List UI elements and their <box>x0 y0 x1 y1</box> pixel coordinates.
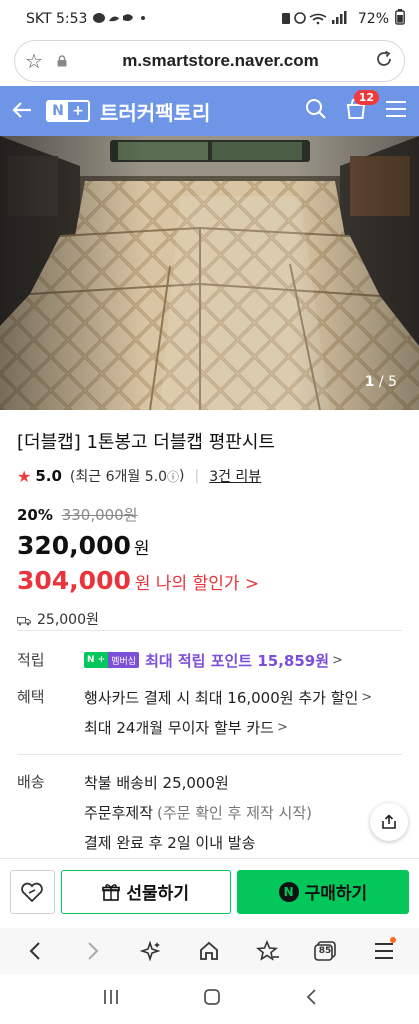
review-count-link[interactable]: 3건 리뷰 <box>209 466 261 486</box>
status-bar: SKT 5:53 72% <box>0 0 419 38</box>
bookmarks-star-icon[interactable] <box>248 931 288 971</box>
benefits-label: 혜택 <box>17 688 45 706</box>
product-info: [더블캡] 1톤봉고 더블캡 평판시트 ★ 5.0 (최근 6개월 5.0 ⓘ … <box>0 410 419 629</box>
battery-percent: 72% <box>357 11 389 27</box>
back-arrow-icon[interactable] <box>12 97 44 125</box>
installment-text: 최대 24개월 무이자 할부 카드 <box>84 718 274 737</box>
heart-icon <box>21 882 44 902</box>
discount-percent: 20% <box>17 506 53 524</box>
product-title: [더블캡] 1톤봉고 더블캡 평판시트 <box>17 432 275 453</box>
delivery-fee-text: 착불 배송비 25,000원 <box>84 773 229 792</box>
battery-icon <box>395 9 405 29</box>
image-counter: 1 / 5 <box>365 374 397 390</box>
wishlist-button[interactable] <box>10 869 55 914</box>
browser-forward-icon[interactable] <box>73 931 113 971</box>
rating-score: 5.0 <box>35 467 62 485</box>
info-icon[interactable]: ⓘ <box>167 468 179 485</box>
cart-count-badge: 12 <box>353 90 379 105</box>
chevron-right-icon: > <box>276 719 288 735</box>
home-icon[interactable] <box>189 931 229 971</box>
tabs-count: 85 <box>318 946 332 956</box>
shipping-fee-row: 25,000원 <box>17 609 402 629</box>
shipping-fee: 25,000원 <box>37 612 99 628</box>
system-home-icon[interactable] <box>203 988 221 1010</box>
browser-url-bar[interactable]: ☆ m.smartstore.naver.com <box>14 40 405 82</box>
reload-icon[interactable] <box>368 49 394 74</box>
rating-recent: (최근 6개월 5.0 <box>69 469 167 485</box>
delivery-row: 배송 착불 배송비 25,000원 주문후제작 (주문 확인 후 제작 시작) … <box>17 767 402 857</box>
store-name[interactable]: 트러커팩토리 <box>100 97 210 126</box>
ai-sparkle-icon[interactable] <box>131 931 171 971</box>
rating-row: ★ 5.0 (최근 6개월 5.0 ⓘ ) | 3건 리뷰 <box>17 466 402 486</box>
tabs-button[interactable]: 85 <box>306 931 346 971</box>
recent-apps-icon[interactable] <box>102 989 120 1009</box>
discount-row: 20% 330,000원 <box>17 504 402 525</box>
my-discount-label: 원 나의 할인가 > <box>134 574 260 594</box>
original-price: 330,000원 <box>61 506 138 524</box>
delivery-label: 배송 <box>17 773 45 791</box>
points-row: 적립 N + 멤버십 최대 적립 포인트 15,859원 > <box>17 645 402 675</box>
share-button[interactable] <box>370 803 408 841</box>
status-time: SKT 5:53 <box>26 11 88 27</box>
star-icon: ★ <box>17 466 32 486</box>
section-divider <box>17 630 402 631</box>
browser-toolbar: 85 <box>0 928 419 974</box>
made-to-order-text: 주문후제작 <box>84 803 154 822</box>
browser-menu-icon[interactable] <box>364 931 404 971</box>
buy-label: 구매하기 <box>304 884 368 904</box>
buy-button[interactable]: N 구매하기 <box>236 869 410 914</box>
system-status-icons <box>281 10 352 28</box>
naver-plus-logo[interactable]: N + <box>46 100 90 122</box>
section-divider <box>17 754 402 755</box>
installment-link[interactable]: 최대 24개월 무이자 할부 카드 > <box>84 712 402 742</box>
chevron-right-icon: > <box>361 689 373 705</box>
browser-back-icon[interactable] <box>15 931 55 971</box>
share-icon <box>382 814 396 829</box>
dispatch-text: 결제 완료 후 2일 이내 발송 <box>84 833 256 852</box>
product-photo <box>0 136 419 410</box>
logo-plus: + <box>72 103 84 119</box>
divider-bar: | <box>194 468 200 484</box>
price-row: 320,000 원 <box>17 531 402 560</box>
badge-membership: 멤버십 <box>108 652 140 668</box>
sale-price-unit: 원 <box>133 539 150 559</box>
chevron-right-icon: > <box>332 652 343 668</box>
logo-n: N <box>48 102 68 120</box>
system-back-icon[interactable] <box>305 988 317 1010</box>
made-to-order-line: 주문후제작 (주문 확인 후 제작 시작) <box>84 797 402 827</box>
benefits-row: 혜택 행사카드 결제 시 최대 16,000원 추가 할인 > 최대 24개월 … <box>17 682 402 742</box>
cart-button[interactable]: 12 <box>345 90 379 124</box>
product-image-gallery[interactable]: 1 / 5 <box>0 136 419 410</box>
made-to-order-note: (주문 확인 후 제작 시작) <box>157 803 312 822</box>
url-text[interactable]: m.smartstore.naver.com <box>73 51 368 71</box>
notification-icons <box>93 12 149 27</box>
my-discount-price-link[interactable]: 304,000 원 나의 할인가 > <box>17 566 402 595</box>
gift-icon <box>102 883 121 901</box>
max-points-link[interactable]: N + 멤버십 최대 적립 포인트 15,859원 > <box>84 645 402 675</box>
points-label: 적립 <box>17 651 45 669</box>
my-discount-price: 304,000 <box>17 566 131 595</box>
system-navigation-bar <box>0 974 419 1024</box>
naver-plus-membership-badge: N + 멤버십 <box>84 652 140 668</box>
gift-label: 선물하기 <box>126 884 189 904</box>
store-header: N + 트러커팩토리 12 <box>0 86 419 136</box>
max-points-text: 최대 적립 포인트 15,859원 <box>145 651 330 670</box>
lock-icon[interactable] <box>51 55 73 67</box>
notification-dot <box>389 937 396 943</box>
hamburger-menu-icon[interactable] <box>385 100 407 122</box>
rating-recent-close: ) <box>179 468 185 484</box>
image-counter-total: / 5 <box>378 374 397 390</box>
card-discount-text: 행사카드 결제 시 최대 16,000원 추가 할인 <box>84 688 359 707</box>
sale-price: 320,000 <box>17 531 131 560</box>
purchase-action-bar: 선물하기 N 구매하기 <box>0 858 419 924</box>
search-icon[interactable] <box>305 98 327 124</box>
image-counter-current: 1 <box>364 374 375 390</box>
card-discount-link[interactable]: 행사카드 결제 시 최대 16,000원 추가 할인 > <box>84 682 402 712</box>
truck-icon <box>17 614 31 626</box>
naver-pay-icon: N <box>278 881 299 902</box>
bookmark-star-icon[interactable]: ☆ <box>25 49 51 73</box>
badge-np: N + <box>84 652 109 668</box>
gift-button[interactable]: 선물하기 <box>60 869 231 914</box>
